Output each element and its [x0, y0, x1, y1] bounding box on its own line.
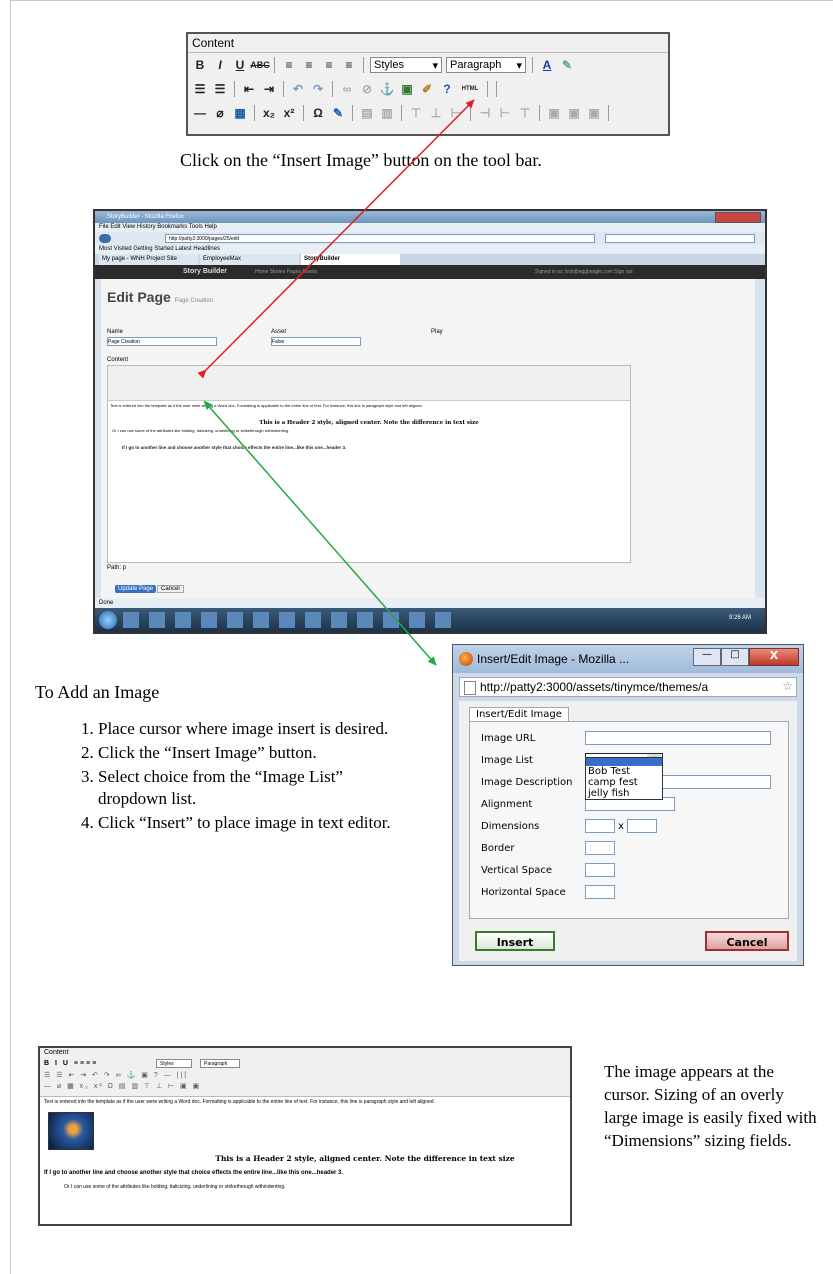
red-arrow: [197, 99, 475, 379]
arrows-overlay: [197, 99, 475, 666]
green-arrow: [203, 400, 437, 666]
